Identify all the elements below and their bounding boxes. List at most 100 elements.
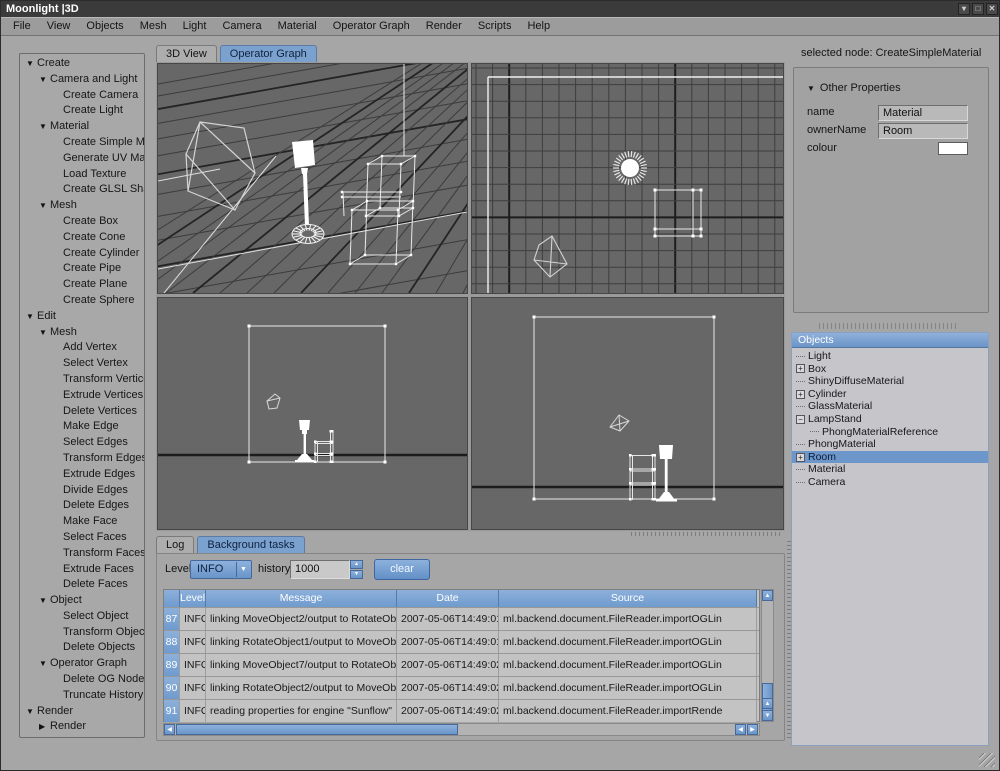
menu-material[interactable]: Material <box>270 18 325 35</box>
scroll-left-icon[interactable]: ◀ <box>164 724 175 735</box>
tree-item-mesh[interactable]: ▼Mesh <box>20 198 144 214</box>
tree-item-create-sphere[interactable]: Create Sphere <box>20 293 144 309</box>
tree-item-transform-object[interactable]: Transform Object <box>20 625 144 641</box>
menu-render[interactable]: Render <box>418 18 470 35</box>
tree-item-make-edge[interactable]: Make Edge <box>20 419 144 435</box>
objects-item-room[interactable]: +Room <box>792 451 988 464</box>
table-row[interactable]: 88INFOlinking RotateObject1/output to Mo… <box>164 630 759 653</box>
objects-item-material[interactable]: Material <box>792 463 988 476</box>
table-row[interactable]: 91INFOreading properties for engine "Sun… <box>164 699 759 722</box>
close-button[interactable]: ✕ <box>986 3 998 15</box>
tab-3d-view[interactable]: 3D View <box>156 45 217 62</box>
expand-plus-icon[interactable]: + <box>796 390 805 399</box>
history-input[interactable]: 1000 <box>290 560 350 579</box>
titlebar[interactable]: Moonlight |3D ▾□✕ <box>1 1 1000 17</box>
tree-item-make-face[interactable]: Make Face <box>20 514 144 530</box>
objects-item-light[interactable]: Light <box>792 350 988 363</box>
tab-background-tasks[interactable]: Background tasks <box>197 536 304 553</box>
tree-item-extrude-vertices[interactable]: Extrude Vertices <box>20 388 144 404</box>
tree-item-delete-objects[interactable]: Delete Objects <box>20 640 144 656</box>
menu-camera[interactable]: Camera <box>214 18 269 35</box>
tree-item-delete-og-node[interactable]: Delete OG Node <box>20 672 144 688</box>
menu-file[interactable]: File <box>5 18 39 35</box>
scroll-up2-icon[interactable]: ▲ <box>762 698 773 709</box>
objects-item-box[interactable]: +Box <box>792 363 988 376</box>
tree-item-delete-vertices[interactable]: Delete Vertices <box>20 404 144 420</box>
objects-item-lampstand[interactable]: −LampStand <box>792 413 988 426</box>
tree-item-delete-faces[interactable]: Delete Faces <box>20 577 144 593</box>
column-header-level[interactable]: Level <box>180 590 206 607</box>
maximize-button[interactable]: □ <box>972 3 984 15</box>
tree-item-create-light[interactable]: Create Light <box>20 103 144 119</box>
objects-item-phongmaterialreference[interactable]: PhongMaterialReference <box>792 426 988 439</box>
tree-item-extrude-edges[interactable]: Extrude Edges <box>20 467 144 483</box>
scroll-down-icon[interactable]: ▼ <box>762 710 773 721</box>
table-vertical-scrollbar[interactable]: ▲ ▲ ▼ <box>761 589 774 722</box>
tree-item-truncate-history[interactable]: Truncate History <box>20 688 144 704</box>
table-row[interactable]: 87INFOlinking MoveObject2/output to Rota… <box>164 607 759 630</box>
tree-item-create-cylinder[interactable]: Create Cylinder <box>20 246 144 262</box>
tree-item-camera-and-light[interactable]: ▼Camera and Light <box>20 72 144 88</box>
tree-item-select-vertex[interactable]: Select Vertex <box>20 356 144 372</box>
tree-item-create-cone[interactable]: Create Cone <box>20 230 144 246</box>
name-field[interactable]: Material <box>878 105 968 121</box>
tree-item-create-pipe[interactable]: Create Pipe <box>20 261 144 277</box>
table-horizontal-scrollbar[interactable]: ◀ ◀ ▶ <box>163 723 760 736</box>
tree-item-render[interactable]: ▼Render <box>20 704 144 720</box>
objects-item-phongmaterial[interactable]: PhongMaterial <box>792 438 988 451</box>
horizontal-scroll-thumb[interactable] <box>176 724 458 735</box>
tree-item-operator-graph[interactable]: ▼Operator Graph <box>20 656 144 672</box>
viewport-perspective[interactable] <box>157 63 468 294</box>
tree-item-transform-faces[interactable]: Transform Faces <box>20 546 144 562</box>
tree-item-transform-vertices[interactable]: Transform Vertices <box>20 372 144 388</box>
scroll-right-icon[interactable]: ▶ <box>747 724 758 735</box>
expand-plus-icon[interactable]: + <box>796 364 805 373</box>
menu-light[interactable]: Light <box>175 18 215 35</box>
menu-view[interactable]: View <box>39 18 79 35</box>
tree-item-load-texture[interactable]: Load Texture <box>20 167 144 183</box>
scroll-left2-icon[interactable]: ◀ <box>735 724 746 735</box>
tree-item-generate-uv-map[interactable]: Generate UV Map <box>20 151 144 167</box>
menu-objects[interactable]: Objects <box>78 18 131 35</box>
colour-swatch[interactable] <box>938 142 968 155</box>
level-dropdown[interactable]: INFO ▼ <box>190 560 252 579</box>
menu-scripts[interactable]: Scripts <box>470 18 520 35</box>
tab-log[interactable]: Log <box>156 536 194 553</box>
clear-button[interactable]: clear <box>374 559 430 580</box>
tab-operator-graph[interactable]: Operator Graph <box>220 45 317 62</box>
column-header-date[interactable]: Date <box>397 590 499 607</box>
splitter-handle-right[interactable] <box>819 323 959 329</box>
tree-item-mesh[interactable]: ▼Mesh <box>20 325 144 341</box>
objects-item-camera[interactable]: Camera <box>792 476 988 489</box>
menu-mesh[interactable]: Mesh <box>132 18 175 35</box>
tree-item-extrude-faces[interactable]: Extrude Faces <box>20 562 144 578</box>
splitter-handle-log[interactable] <box>631 532 781 536</box>
tree-item-add-vertex[interactable]: Add Vertex <box>20 340 144 356</box>
tree-item-object[interactable]: ▼Object <box>20 593 144 609</box>
resize-grip[interactable] <box>979 753 995 767</box>
tree-item-create-plane[interactable]: Create Plane <box>20 277 144 293</box>
objects-item-glassmaterial[interactable]: GlassMaterial <box>792 400 988 413</box>
shade-button[interactable]: ▾ <box>958 3 970 15</box>
tree-item-create[interactable]: ▼Create <box>20 56 144 72</box>
section-header[interactable]: ▼Other Properties <box>807 82 901 94</box>
tree-item-select-object[interactable]: Select Object <box>20 609 144 625</box>
tree-item-material[interactable]: ▼Material <box>20 119 144 135</box>
menu-help[interactable]: Help <box>519 18 558 35</box>
tree-item-select-edges[interactable]: Select Edges <box>20 435 144 451</box>
tree-item-create-camera[interactable]: Create Camera <box>20 88 144 104</box>
column-header-row-number[interactable] <box>164 590 180 607</box>
table-row[interactable]: 89INFOlinking MoveObject7/output to Rota… <box>164 653 759 676</box>
objects-item-cylinder[interactable]: +Cylinder <box>792 388 988 401</box>
viewport-side[interactable] <box>471 297 784 530</box>
expand-plus-icon[interactable]: + <box>796 453 805 462</box>
tree-item-render[interactable]: ▶Render <box>20 719 144 735</box>
tree-item-select-faces[interactable]: Select Faces <box>20 530 144 546</box>
scroll-up-icon[interactable]: ▲ <box>762 590 773 601</box>
menu-operator-graph[interactable]: Operator Graph <box>325 18 418 35</box>
column-header-message[interactable]: Message <box>206 590 397 607</box>
tree-item-create-simple-material[interactable]: Create Simple Material <box>20 135 144 151</box>
tree-item-divide-edges[interactable]: Divide Edges <box>20 483 144 499</box>
ownername-field[interactable]: Room <box>878 123 968 139</box>
tree-item-edit[interactable]: ▼Edit <box>20 309 144 325</box>
